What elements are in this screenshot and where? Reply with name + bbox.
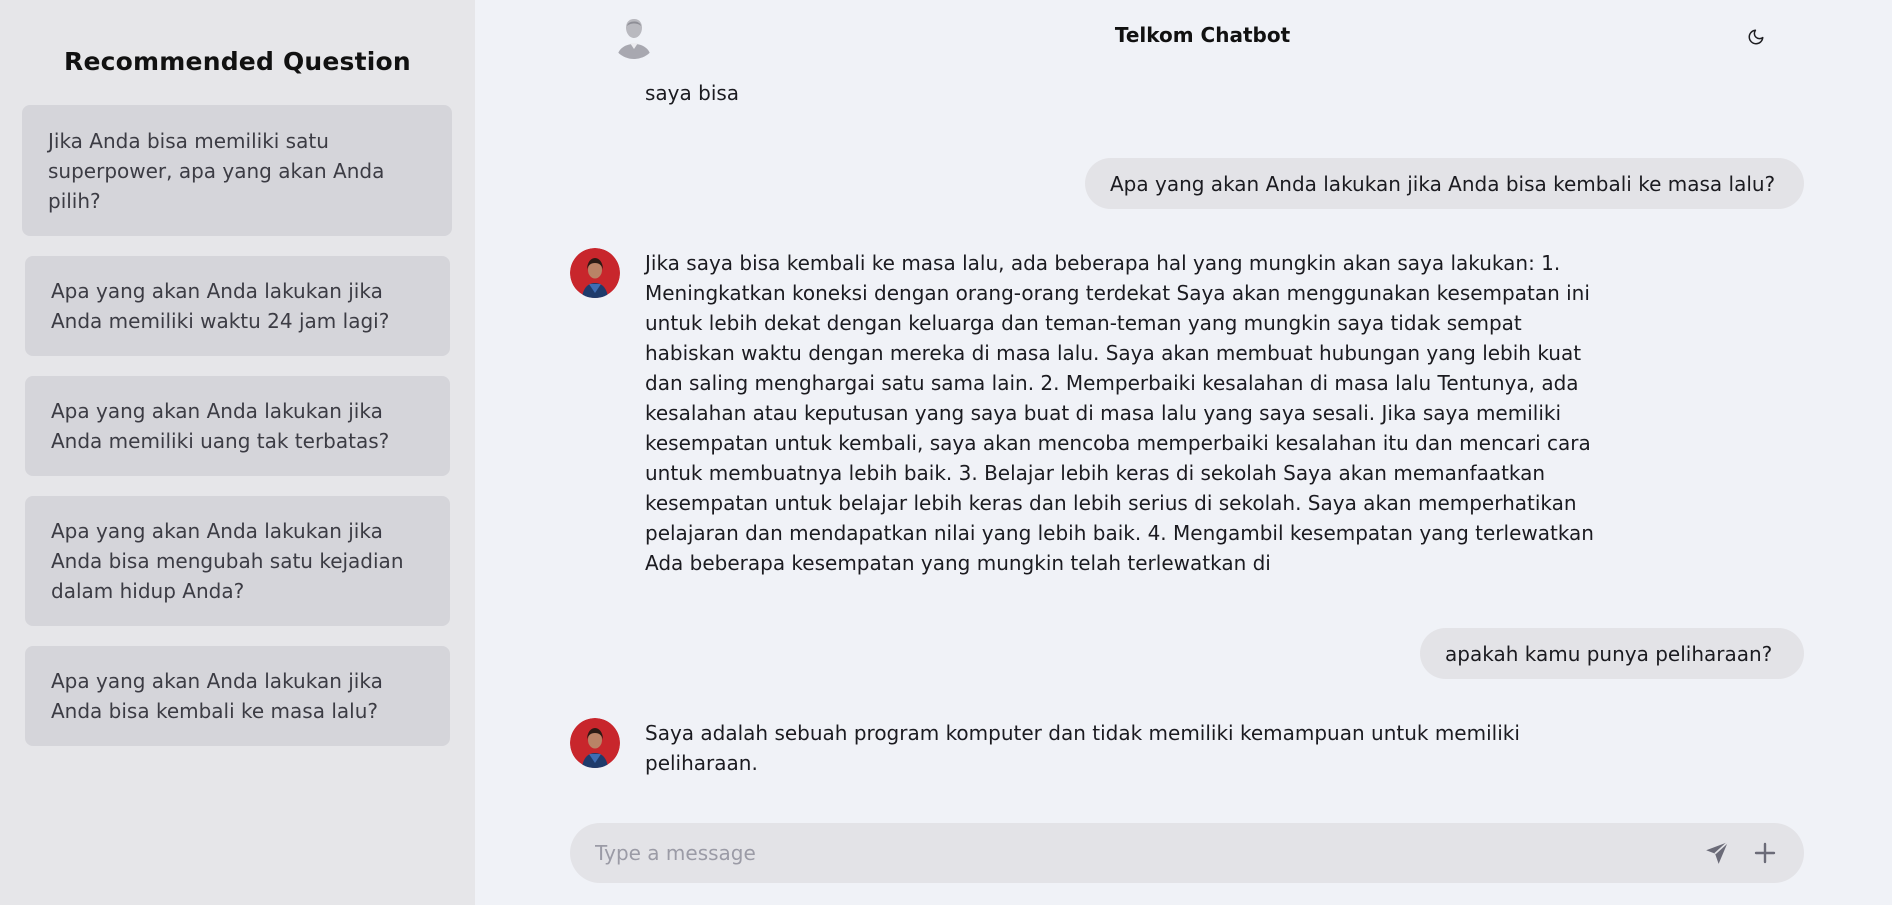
recommended-sidebar: Recommended Question Jika Anda bisa memi…	[0, 0, 475, 905]
moon-icon[interactable]	[1743, 24, 1769, 50]
bot-avatar	[570, 718, 620, 768]
recommended-question-text: Apa yang akan Anda lakukan jika Anda mem…	[51, 279, 390, 333]
user-message: apakah kamu punya peliharaan?	[1420, 628, 1804, 679]
recommended-question[interactable]: Apa yang akan Anda lakukan jika Anda bis…	[25, 496, 450, 626]
user-avatar-icon[interactable]	[611, 13, 657, 59]
message-composer	[570, 823, 1804, 883]
recommended-question-text: Apa yang akan Anda lakukan jika Anda bis…	[51, 669, 383, 723]
recommended-question-text: Apa yang akan Anda lakukan jika Anda bis…	[51, 519, 404, 603]
message-input[interactable]	[595, 823, 1695, 883]
user-message: Apa yang akan Anda lakukan jika Anda bis…	[1085, 158, 1804, 209]
recommended-question[interactable]: Apa yang akan Anda lakukan jika Anda mem…	[25, 256, 450, 356]
chat-title: Telkom Chatbot	[1114, 23, 1291, 47]
recommended-question[interactable]: Jika Anda bisa memiliki satu superpower,…	[22, 105, 452, 236]
bot-message-partial: saya bisa	[645, 81, 740, 105]
sidebar-title: Recommended Question	[64, 47, 411, 76]
recommended-question-text: Jika Anda bisa memiliki satu superpower,…	[48, 128, 385, 213]
recommended-question[interactable]: Apa yang akan Anda lakukan jika Anda bis…	[25, 646, 450, 746]
plus-icon[interactable]	[1750, 838, 1780, 868]
send-icon[interactable]	[1702, 838, 1732, 868]
bot-avatar	[570, 248, 620, 298]
recommended-question[interactable]: Apa yang akan Anda lakukan jika Anda mem…	[25, 376, 450, 476]
recommended-question-text: Apa yang akan Anda lakukan jika Anda mem…	[51, 399, 390, 453]
